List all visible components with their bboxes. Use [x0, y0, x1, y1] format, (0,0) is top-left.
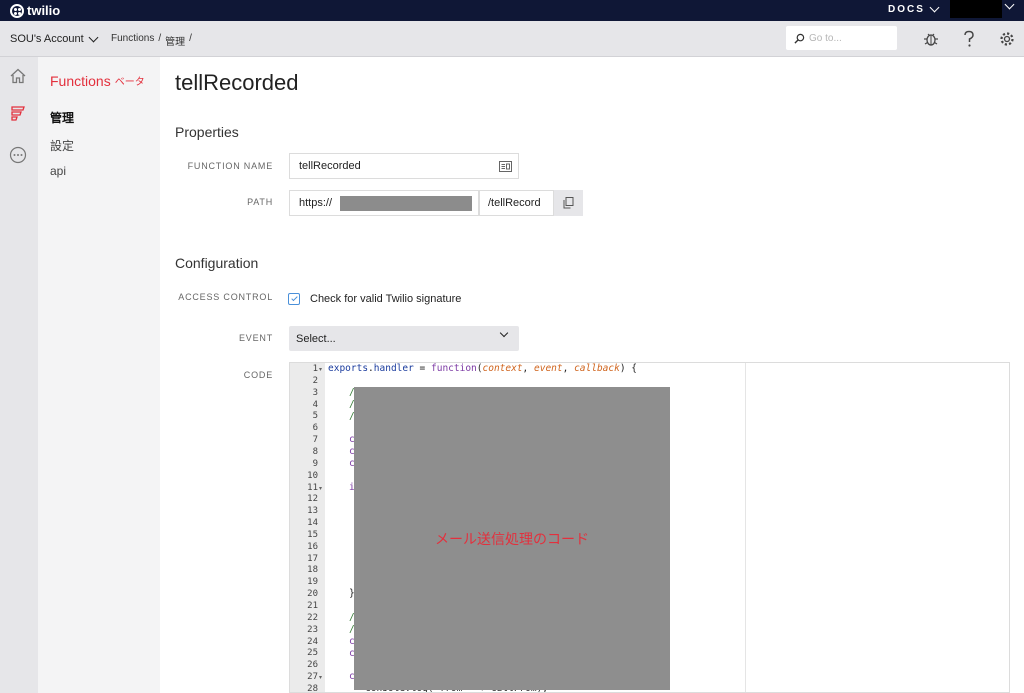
code-line-1: exports.handler = function(context, even… [328, 363, 637, 374]
line-number: 1 [312, 364, 318, 374]
line-number: 4 [312, 399, 318, 410]
fold-toggle-icon[interactable]: ▾ [319, 674, 322, 681]
line-number: 19 [307, 577, 318, 588]
event-select-value: Select... [296, 332, 336, 345]
line-number: 20 [307, 589, 318, 600]
line-number: 6 [312, 423, 318, 434]
twilio-logo-icon [10, 3, 24, 18]
docs-menu[interactable]: DOCS [888, 2, 940, 15]
chevron-down-icon [499, 328, 509, 338]
breadcrumb-manage[interactable]: 管理 [165, 33, 185, 48]
code-editor[interactable]: 1 ▾ 2 3 4 5 6 7 8 9 10 11 ▾ 12 13 14 15 16 17 18 19 20 21 22 23 2… [289, 362, 1010, 693]
chevron-down-icon [929, 2, 940, 13]
line-number: 15 [307, 529, 318, 540]
line-number: 10 [307, 470, 318, 481]
code-redaction: メール送信処理のコード [354, 387, 670, 690]
breadcrumb-separator: / [189, 33, 192, 44]
twilio-logo[interactable]: twilio [10, 3, 60, 18]
functions-icon[interactable] [9, 104, 27, 122]
fold-toggle-icon[interactable]: ▾ [319, 485, 322, 492]
debugger-icon[interactable] [922, 30, 940, 48]
line-number: 27 [307, 672, 318, 683]
product-rail [0, 57, 38, 693]
line-number: 23 [307, 624, 318, 635]
nav-item-settings[interactable]: 設定 [50, 137, 74, 154]
line-number: 12 [307, 494, 318, 505]
line-number: 2 [312, 375, 318, 386]
breadcrumb-functions[interactable]: Functions [111, 33, 154, 48]
line-number: 22 [307, 612, 318, 623]
copy-icon [563, 197, 574, 209]
redaction-note: メール送信処理のコード [435, 530, 589, 547]
check-icon [290, 294, 298, 302]
line-number: 18 [307, 565, 318, 576]
search-box[interactable] [786, 26, 897, 50]
line-number: 16 [307, 541, 318, 552]
docs-label: DOCS [888, 4, 925, 15]
nav-title[interactable]: Functions ベータ [50, 73, 145, 89]
function-name-label: FUNCTION NAME [187, 161, 273, 171]
chevron-down-icon[interactable] [1004, 0, 1015, 10]
line-number: 21 [307, 601, 318, 611]
path-prefix: https:// [299, 197, 333, 209]
chevron-down-icon [88, 32, 99, 42]
account-name: SOU's Account [10, 33, 84, 45]
line-number: 28 [307, 683, 318, 693]
line-number: 9 [312, 458, 318, 469]
line-number: 3 [312, 387, 318, 398]
line-number: 11 [307, 482, 318, 493]
path-domain-redacted [340, 196, 472, 211]
twilio-signature-checkbox[interactable] [288, 293, 300, 305]
copy-path-button[interactable] [554, 190, 583, 216]
search-input[interactable] [809, 32, 889, 44]
twilio-signature-label[interactable]: Check for valid Twilio signature [310, 293, 461, 305]
functions-nav: Functions ベータ 管理 設定 api [38, 57, 160, 693]
help-icon[interactable] [960, 30, 978, 48]
line-number: 13 [307, 506, 318, 517]
path-suffix-field[interactable]: /tellRecord [479, 190, 554, 216]
account-switcher[interactable]: SOU's Account [10, 32, 99, 45]
event-select[interactable]: Select... [289, 326, 519, 351]
breadcrumb-separator: / [158, 33, 162, 44]
page-title: tellRecorded [175, 70, 299, 95]
fold-toggle-icon[interactable]: ▾ [319, 366, 322, 373]
more-icon[interactable] [9, 146, 27, 164]
nav-title-text: Functions [50, 73, 111, 89]
id-card-icon [499, 160, 512, 172]
configuration-heading: Configuration [175, 255, 259, 271]
top-bar: twilio DOCS [0, 0, 1024, 21]
event-label: EVENT [238, 333, 273, 343]
line-number: 5 [312, 411, 318, 422]
path-suffix: /tellRecord [488, 197, 541, 209]
code-label: CODE [243, 370, 273, 380]
line-number: 24 [307, 636, 318, 647]
user-name-redacted[interactable] [950, 0, 1002, 18]
print-margin [745, 363, 746, 692]
settings-icon[interactable] [998, 30, 1016, 48]
line-number: 26 [307, 660, 318, 671]
function-name-field[interactable]: tellRecorded [289, 153, 519, 179]
beta-badge: ベータ [114, 77, 145, 88]
line-number: 7 [312, 435, 318, 446]
access-control-label: ACCESS CONTROL [178, 292, 273, 302]
nav-item-api[interactable]: api [50, 164, 66, 178]
line-number: 8 [312, 446, 318, 457]
path-label: PATH [247, 197, 273, 207]
brand-name: twilio [27, 3, 61, 18]
line-number: 25 [307, 648, 318, 659]
home-icon[interactable] [9, 67, 27, 85]
search-icon [794, 33, 805, 44]
nav-item-manage[interactable]: 管理 [50, 109, 74, 126]
breadcrumb: Functions / 管理 / [111, 33, 192, 48]
function-name-value: tellRecorded [299, 160, 361, 172]
properties-heading: Properties [175, 124, 239, 140]
line-number: 17 [307, 553, 318, 564]
line-number: 14 [307, 518, 318, 529]
